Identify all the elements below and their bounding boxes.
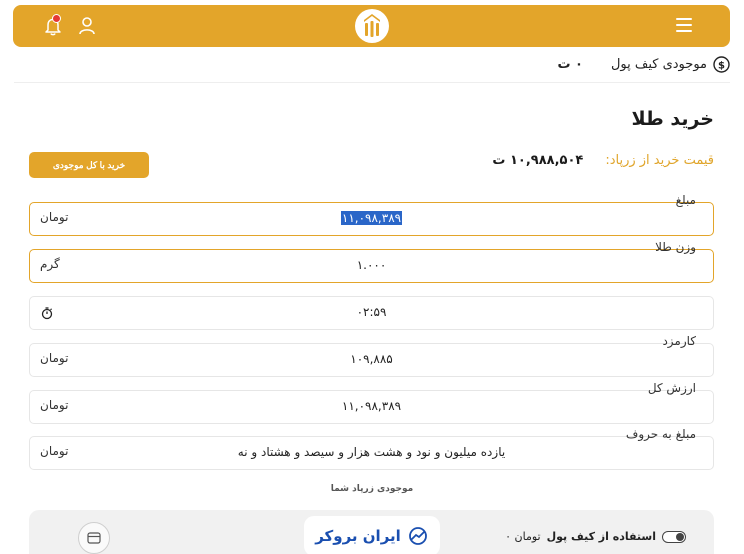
fee-label: کارمزد: [662, 334, 696, 348]
weight-input[interactable]: ۱.۰۰۰: [30, 258, 713, 272]
wallet-label: موجودی کیف پول: [610, 57, 707, 72]
iran-broker-logo[interactable]: ایران بروکر: [304, 516, 440, 554]
amount-unit: تومان: [40, 210, 69, 224]
amount-input[interactable]: ۱۱,۰۹۸,۳۸۹: [340, 211, 403, 225]
stopwatch-icon: [41, 307, 53, 320]
divider: [14, 82, 730, 83]
amount-words-unit: تومان: [40, 444, 69, 458]
total-field: ارزش کل ۱۱,۰۹۸,۳۸۹ تومان: [29, 381, 714, 424]
use-wallet-amount: تومان ۰: [505, 530, 541, 543]
use-wallet-label: استفاده از کیف پول: [546, 530, 656, 543]
price-label: قیمت خرید از زرپاد:: [605, 153, 714, 168]
weight-field[interactable]: وزن طلا ۱.۰۰۰ گرم: [29, 240, 714, 283]
page: $ موجودی کیف پول ۰ ت خرید طلا قیمت خرید …: [0, 0, 744, 554]
total-unit: تومان: [40, 398, 69, 412]
page-title: خرید طلا: [631, 108, 714, 130]
wallet-panel: ایران بروکر استفاده از کیف پول تومان ۰: [29, 510, 714, 554]
timer-field: ۰۲:۵۹: [29, 296, 714, 330]
price-row: قیمت خرید از زرپاد: ۱۰,۹۸۸,۵۰۴ ت: [492, 153, 714, 168]
use-wallet-toggle[interactable]: [662, 530, 686, 543]
buy-all-button[interactable]: خرید با کل موجودی: [29, 152, 149, 178]
amount-words-value: یازده میلیون و نود و هشت هزار و سیصد و ه…: [237, 445, 506, 459]
chart-arrow-icon: [408, 527, 427, 545]
weight-unit: گرم: [40, 257, 60, 271]
wallet-value: ۰ ت: [557, 57, 583, 72]
total-value: ۱۱,۰۹۸,۳۸۹: [341, 399, 402, 413]
amount-words-label: مبلغ به حروف: [625, 427, 696, 441]
amount-label: مبلغ: [675, 193, 696, 207]
fee-field: کارمزد ۱۰۹,۸۸۵ تومان: [29, 334, 714, 377]
brand-logo-icon[interactable]: [353, 8, 391, 44]
fee-value: ۱۰۹,۸۸۵: [350, 352, 393, 366]
brand-name: ایران بروکر: [315, 527, 401, 545]
price-value: ۱۰,۹۸۸,۵۰۴ ت: [492, 153, 584, 168]
card-icon: [87, 532, 101, 544]
amount-words-field: مبلغ به حروف یازده میلیون و نود و هشت هز…: [29, 427, 714, 470]
fee-unit: تومان: [40, 351, 69, 365]
card-button[interactable]: [78, 522, 110, 554]
top-header: [13, 5, 730, 47]
weight-label: وزن طلا: [655, 240, 696, 254]
user-icon[interactable]: [78, 16, 96, 36]
amount-field[interactable]: مبلغ ۱۱,۰۹۸,۳۸۹ تومان: [29, 193, 714, 236]
use-wallet-toggle-row: استفاده از کیف پول تومان ۰: [505, 530, 686, 543]
total-label: ارزش کل: [647, 381, 696, 395]
hamburger-icon[interactable]: [676, 18, 692, 32]
dollar-coin-icon: $: [713, 56, 730, 73]
wallet-balance: $ موجودی کیف پول ۰ ت: [557, 56, 730, 73]
timer-value: ۰۲:۵۹: [356, 305, 387, 319]
notification-badge: [52, 14, 61, 23]
zarpad-balance-note: موجودی زرپاد شما: [330, 484, 414, 494]
svg-text:$: $: [718, 60, 725, 71]
